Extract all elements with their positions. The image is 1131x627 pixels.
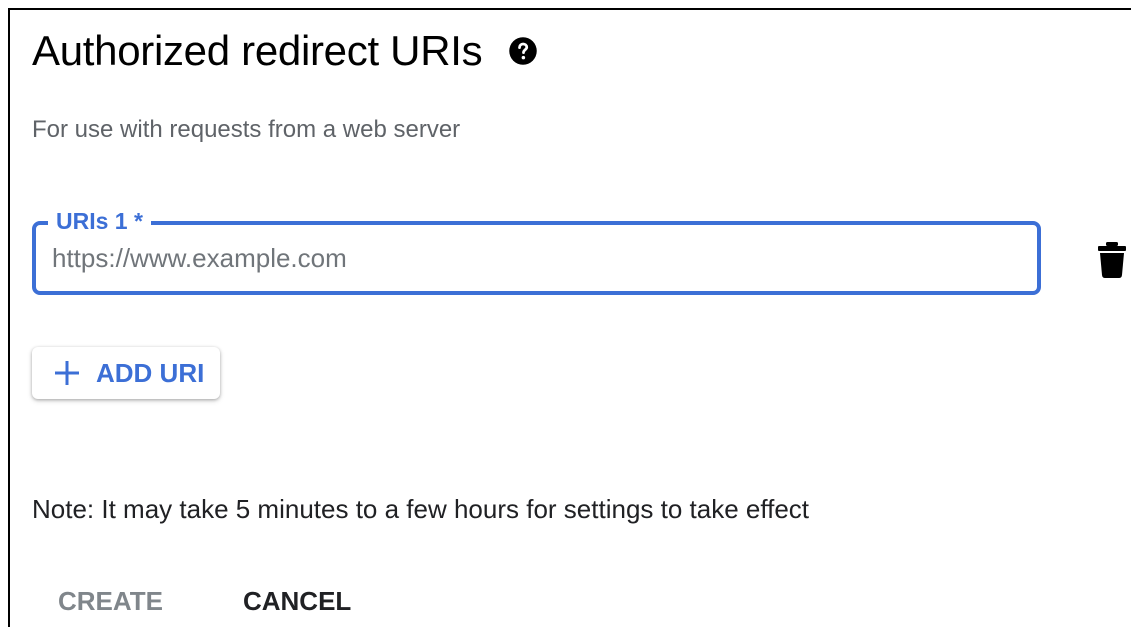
add-uri-label: ADD URI bbox=[96, 357, 205, 388]
cancel-button[interactable]: CANCEL bbox=[217, 584, 377, 618]
form-actions: CREATE CANCEL bbox=[32, 584, 377, 618]
section-subtitle: For use with requests from a web server bbox=[32, 116, 461, 143]
help-circle-icon[interactable] bbox=[508, 36, 538, 66]
oauth-client-panel: Authorized redirect URIs For use with re… bbox=[8, 8, 1131, 627]
add-uri-button[interactable]: ADD URI bbox=[32, 347, 220, 399]
create-button[interactable]: CREATE bbox=[32, 584, 189, 618]
trash-icon[interactable] bbox=[1098, 242, 1126, 278]
section-title: Authorized redirect URIs bbox=[32, 27, 483, 74]
settings-note: Note: It may take 5 minutes to a few hou… bbox=[32, 494, 810, 524]
uri-field-label: URIs 1 * bbox=[48, 207, 151, 235]
uri-input[interactable] bbox=[52, 241, 992, 275]
section-header: Authorized redirect URIs bbox=[32, 26, 538, 76]
plus-icon bbox=[54, 360, 80, 386]
uri-field[interactable]: URIs 1 * bbox=[32, 207, 1041, 295]
